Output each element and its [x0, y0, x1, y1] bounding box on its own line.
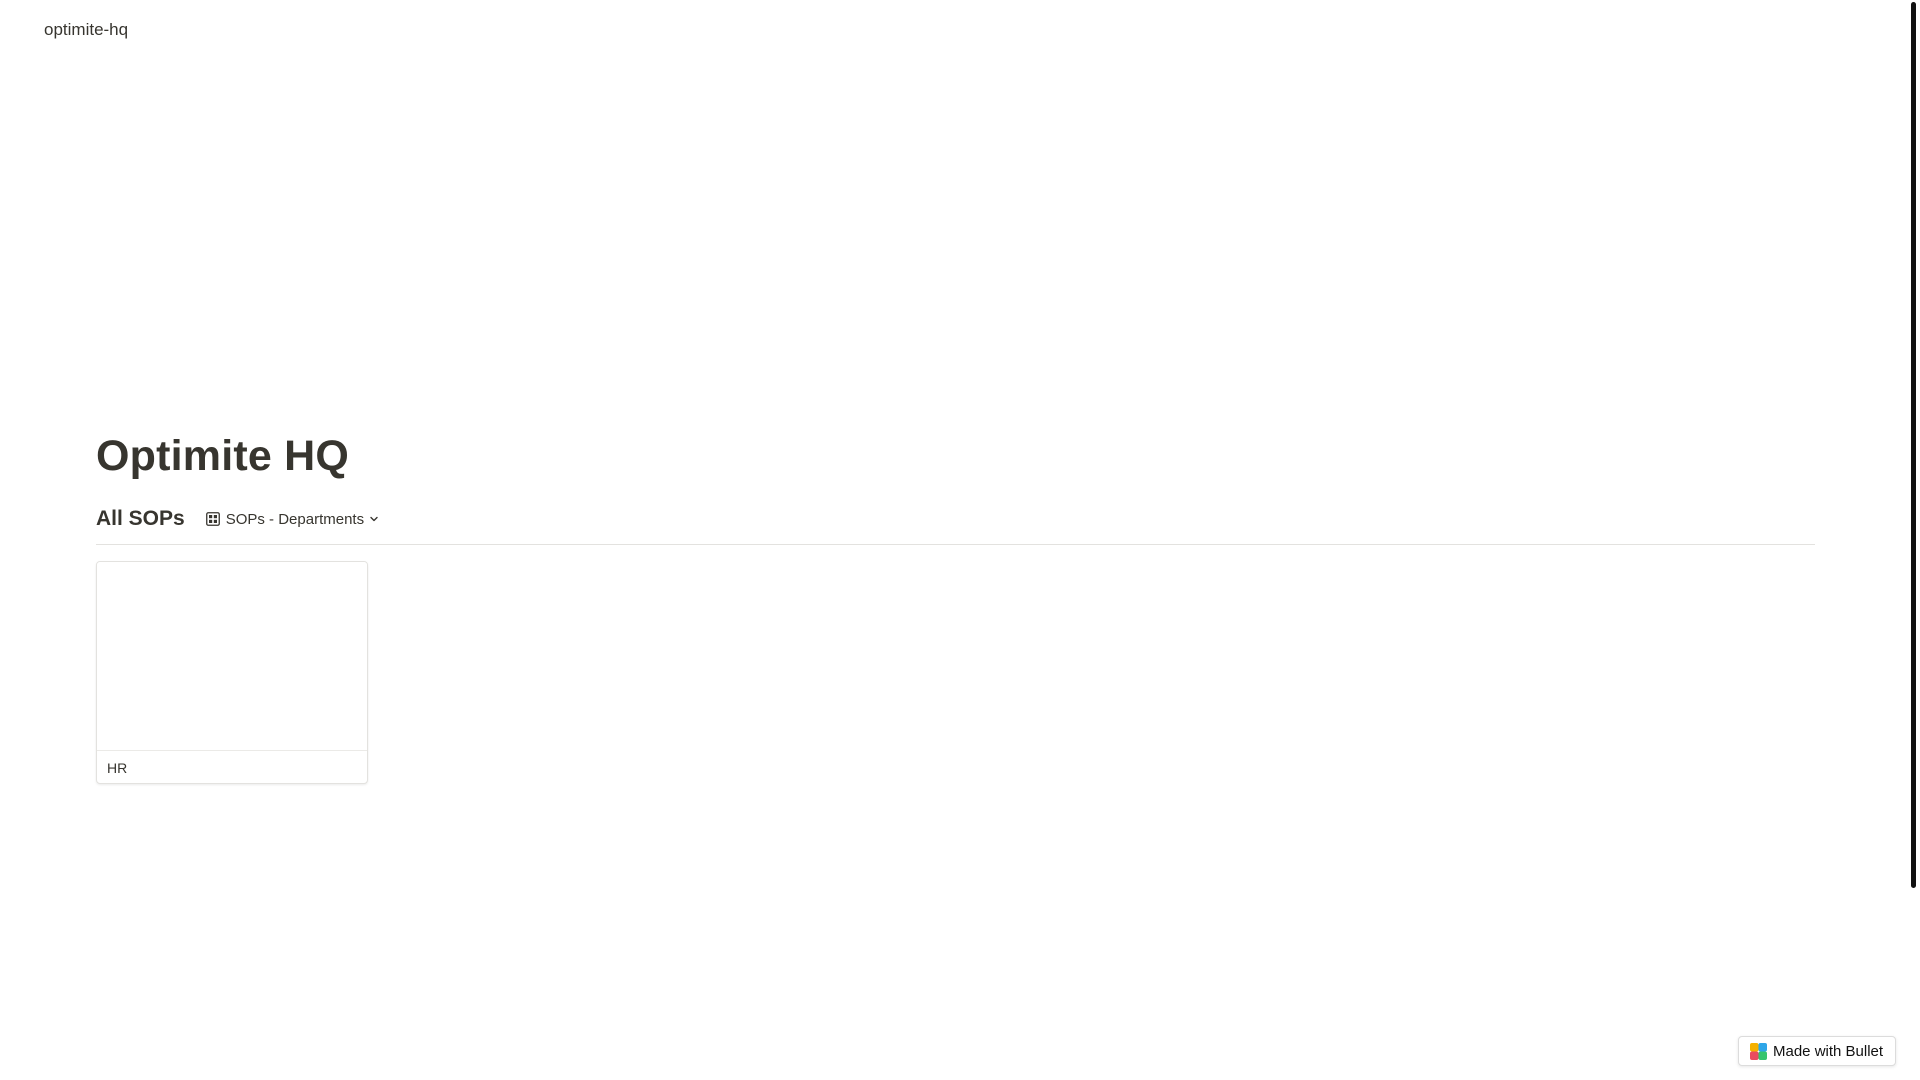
chevron-down-icon [369, 514, 379, 524]
main-content: Optimite HQ All SOPs SOPs - Departments [96, 428, 1815, 784]
scrollbar[interactable] [1906, 0, 1920, 1080]
bullet-logo-icon [1750, 1042, 1767, 1060]
gallery: HR [96, 561, 1815, 784]
card-cover [97, 562, 367, 751]
collection-title: All SOPs [96, 507, 185, 530]
site-name-link[interactable]: optimite-hq [44, 20, 128, 40]
card-title: HR [107, 760, 128, 776]
page-title: Optimite HQ [96, 432, 350, 480]
collection-header: All SOPs SOPs - Departments [96, 502, 1815, 545]
made-with-bullet-label: Made with Bullet [1773, 1042, 1884, 1060]
gallery-card[interactable]: HR [96, 561, 368, 784]
view-switcher[interactable]: SOPs - Departments [203, 509, 381, 530]
scrollbar-thumb[interactable] [1911, 2, 1916, 888]
made-with-bullet-button[interactable]: Made with Bullet [1738, 1036, 1897, 1066]
page: optimite-hq Optimite HQ All SOPs SOPs - … [0, 0, 1920, 1080]
view-switcher-label: SOPs - Departments [225, 510, 365, 528]
gallery-grid-icon [205, 511, 221, 527]
